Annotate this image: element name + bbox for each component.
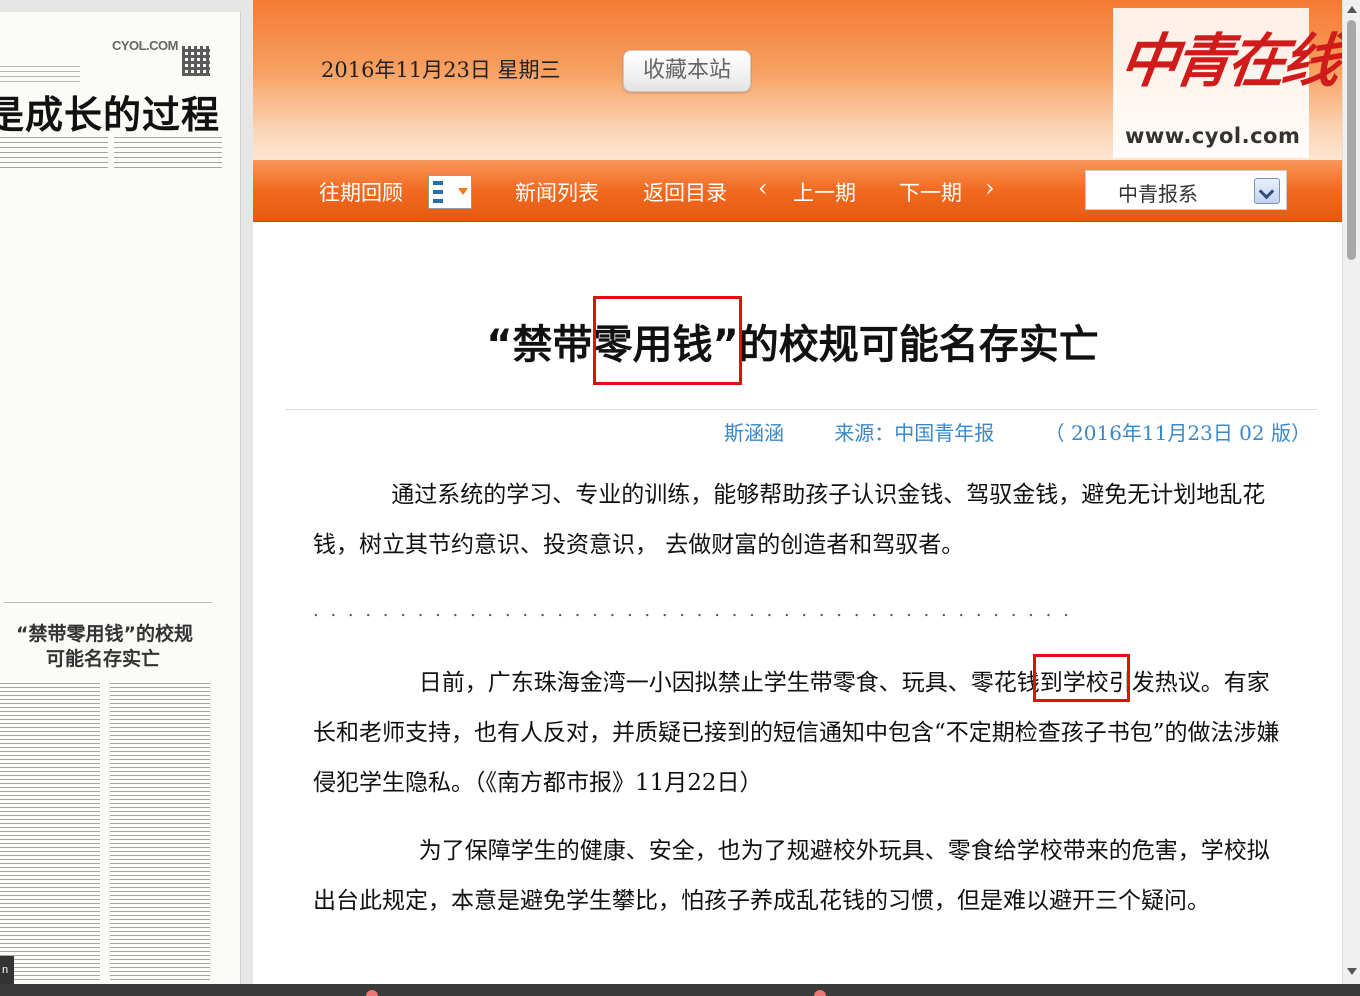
nav-news-list-link[interactable]: 新闻列表 (515, 177, 599, 207)
scrollbar-thumb[interactable] (1347, 20, 1356, 260)
site-logo[interactable]: 中青在线 www.cyol.com (1113, 8, 1341, 158)
nav-next-issue-link[interactable]: 下一期 (899, 177, 962, 207)
article-content-area: 2016年11月23日 星期三 收藏本站 中青在线 www.cyol.com 往… (253, 0, 1342, 984)
article-source: 来源：中国青年报 (834, 421, 995, 445)
nav-archive-link[interactable]: 往期回顾 (319, 177, 403, 207)
calendar-icon-row (433, 190, 443, 194)
body-highlight-box (1033, 654, 1130, 702)
taskbar-indicator (366, 990, 378, 996)
page-badge: n (0, 956, 14, 984)
newspaper-article-title-line1[interactable]: “禁带零用钱”的校规 (16, 619, 193, 646)
nav-back-to-index-link[interactable]: 返回目录 (643, 177, 727, 207)
taskbar-strip (0, 984, 1360, 996)
header-date: 2016年11月23日 星期三 (321, 58, 561, 82)
article-paragraph: 日前，广东珠海金湾一小因拟禁止学生带零食、玩具、零花钱到学校引发热议。有家长和老… (313, 670, 1280, 796)
article-paragraph: 为了保障学生的健康、安全，也为了规避校外玩具、零食给学校带来的危害，学校拟出台此… (313, 838, 1270, 914)
scroll-down-icon[interactable] (1347, 968, 1357, 975)
taskbar-indicator (814, 990, 826, 996)
paper-series-select-value: 中青报系 (1118, 182, 1198, 206)
calendar-icon[interactable] (428, 175, 472, 209)
newspaper-article-title-line2[interactable]: 可能名存实亡 (46, 644, 160, 671)
calendar-icon-row (433, 199, 443, 203)
newspaper-page-image[interactable]: CYOL.COM 是成长的过程 “禁带零用钱”的校规 可能名存实亡 (0, 12, 241, 984)
newspaper-page-panel[interactable]: CYOL.COM 是成长的过程 “禁带零用钱”的校规 可能名存实亡 n (0, 0, 253, 984)
calendar-icon-row (433, 181, 443, 185)
newspaper-article-body (0, 680, 214, 980)
newspaper-divider (4, 602, 212, 603)
newspaper-text-block (0, 136, 226, 168)
logo-calligraphy: 中青在线 (1115, 27, 1342, 95)
newspaper-brand: CYOL.COM (111, 38, 179, 53)
newspaper-headline[interactable]: 是成长的过程 (0, 84, 220, 139)
chevron-left-icon[interactable]: ‹ (758, 174, 768, 202)
article-date-edition: （ 2016年11月23日 02 版） (1044, 421, 1311, 445)
article-meta: 斯涵涵 来源：中国青年报 （ 2016年11月23日 02 版） (253, 417, 1311, 446)
site-header: 2016年11月23日 星期三 收藏本站 中青在线 www.cyol.com (253, 0, 1342, 160)
chevron-down-icon[interactable] (1254, 178, 1280, 204)
qr-code-icon (182, 46, 210, 76)
title-highlight-box (593, 296, 742, 385)
article-author: 斯涵涵 (723, 421, 784, 445)
nav-prev-issue-link[interactable]: 上一期 (793, 177, 856, 207)
page-scrollbar[interactable] (1342, 0, 1360, 984)
chevron-right-icon[interactable]: › (985, 174, 995, 202)
article-lead: 通过系统的学习、专业的训练，能够帮助孩子认识金钱、驾驭金钱，避免无计划地乱花钱，… (313, 482, 1266, 558)
scroll-up-icon[interactable] (1347, 6, 1357, 13)
logo-url: www.cyol.com (1125, 124, 1301, 148)
paper-series-select[interactable]: 中青报系 (1085, 170, 1287, 210)
newspaper-fine-print (0, 62, 80, 82)
article-title: “禁带零用钱”的校规可能名存实亡 (486, 322, 1099, 368)
dotted-divider: . . . . . . . . . . . . . . . . . . . . … (313, 600, 1073, 621)
newspaper-masthead: CYOL.COM (0, 26, 230, 82)
bookmark-site-button[interactable]: 收藏本站 (623, 50, 751, 92)
meta-divider (285, 409, 1317, 410)
chevron-down-icon (458, 188, 468, 195)
